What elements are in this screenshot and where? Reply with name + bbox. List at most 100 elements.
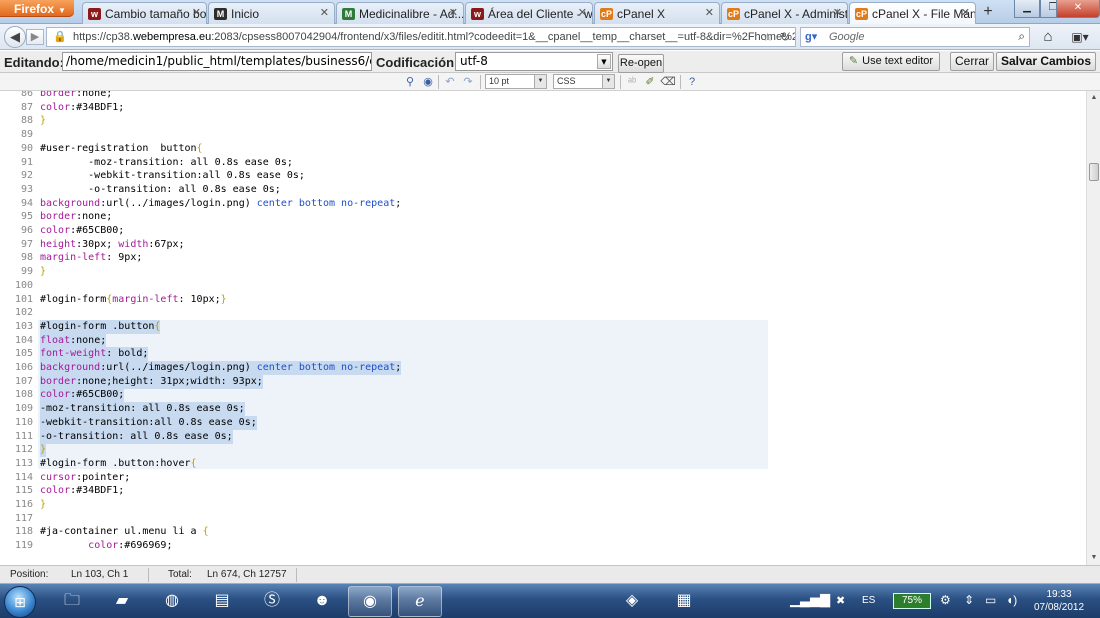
reopen-button[interactable]: Re-open: [618, 54, 664, 73]
tab-4[interactable]: w Área del Cliente - w... ✕: [465, 2, 593, 24]
editor-toolbar: ⚲ ◉ ↶ ↷ 10 pt ▼ CSS ▼ ᵃᵇ ✐ ⌫ ?: [0, 73, 1100, 91]
tab-3[interactable]: M Medicinalibre - Ad... ✕: [336, 2, 464, 24]
code-token: background: [40, 362, 101, 373]
spellcheck-icon[interactable]: ᵃᵇ: [624, 74, 640, 90]
signal-strength-icon[interactable]: ▁▃▅▇: [790, 592, 830, 608]
monitor-icon[interactable]: ▭: [985, 593, 996, 607]
tools-menu-button[interactable]: ▣▾: [1066, 28, 1094, 46]
close-icon[interactable]: ✕: [833, 6, 842, 19]
system-clock[interactable]: 19:33 07/08/2012: [1028, 588, 1090, 614]
taskbar-explorer[interactable]: 🗀: [50, 586, 94, 617]
toolbar-divider: [438, 75, 439, 89]
tab-1[interactable]: wCambio tamaño bot...✕: [82, 2, 207, 24]
bookmark-star-icon[interactable]: ☆: [762, 30, 773, 44]
window-icon: ▤: [214, 592, 230, 609]
code-token: -webkit-transition:all 0.8s ease 0s;: [40, 416, 257, 428]
start-button[interactable]: ⊞: [4, 586, 36, 618]
tray-arrow-icon[interactable]: ⇕: [964, 593, 974, 607]
taskbar-app-9[interactable]: ◈: [610, 586, 654, 617]
search-bar[interactable]: g▾ Google ⌕: [800, 27, 1030, 47]
line-text: #login-form{margin-left: 10px;}: [40, 293, 227, 307]
back-button[interactable]: ◀: [4, 26, 26, 48]
reset-icon[interactable]: ⌫: [660, 74, 676, 90]
font-size-value: 10 pt: [489, 76, 510, 86]
tab-6[interactable]: cP cPanel X - Administ... ✕: [721, 2, 848, 24]
code-token: {: [202, 526, 209, 538]
scroll-down-icon[interactable]: ▼: [1088, 552, 1100, 564]
network-drive-icon: ◈: [625, 592, 639, 609]
taskbar-app-10[interactable]: ▦: [662, 586, 706, 617]
syntax-select[interactable]: CSS ▼: [553, 74, 615, 89]
code-token: border: [40, 91, 77, 99]
warning-icon[interactable]: ✖: [836, 594, 845, 607]
use-text-editor-button[interactable]: ✎ Use text editor: [842, 52, 940, 71]
taskbar-internet-explorer[interactable]: ℯ: [398, 586, 442, 617]
forward-button[interactable]: ▶: [26, 29, 44, 45]
vertical-scrollbar[interactable]: ▲ ▼: [1086, 91, 1100, 565]
tab-2[interactable]: M Inicio ✕: [208, 2, 335, 24]
chevron-down-icon: ▼: [597, 54, 611, 69]
taskbar-skype[interactable]: Ⓢ: [250, 586, 294, 617]
code-token: {: [190, 457, 197, 469]
taskbar-app-2[interactable]: ▰: [100, 586, 144, 617]
goto-line-icon[interactable]: ◉: [420, 74, 436, 90]
code-line: 97 height:30px; width:67px;: [0, 238, 1086, 252]
settings-icon[interactable]: ⚙: [940, 593, 951, 607]
file-path-field[interactable]: /home/medicin1/public_html/templates/bus…: [62, 52, 372, 71]
volume-icon[interactable]: ◖): [1006, 593, 1017, 607]
code-editor[interactable]: 86 border:none; 87 color:#34BDF1; 88} 89 90 #us…: [0, 91, 1086, 565]
reload-icon[interactable]: ↻: [780, 30, 790, 44]
favicon-icon: cP: [727, 8, 740, 20]
taskbar-firefox[interactable]: ◉: [348, 586, 392, 617]
code-token: {: [154, 320, 161, 332]
firefox-menu-button[interactable]: Firefox ▼: [0, 0, 74, 17]
plus-icon: +: [983, 3, 993, 20]
close-icon[interactable]: ✕: [320, 6, 329, 19]
taskbar-app-6[interactable]: ☻: [300, 586, 344, 617]
scroll-up-icon[interactable]: ▲: [1088, 92, 1100, 104]
close-icon[interactable]: ✕: [192, 6, 201, 19]
close-icon[interactable]: ✕: [449, 6, 458, 19]
code-token: {: [196, 142, 203, 154]
code-token: :none;: [76, 211, 113, 223]
battery-indicator[interactable]: 75%: [893, 593, 931, 609]
window-close-button[interactable]: ✕: [1056, 0, 1100, 18]
search-icon[interactable]: ⌕: [1018, 29, 1025, 44]
close-icon[interactable]: ✕: [961, 6, 970, 19]
lock-icon: 🔒: [53, 31, 67, 43]
url-bar[interactable]: 🔒 https://cp38.webempresa.eu:2083/cpsess…: [46, 27, 796, 47]
help-icon[interactable]: ?: [684, 74, 700, 90]
code-token: color: [40, 101, 71, 113]
firefox-menu-label: Firefox: [14, 2, 55, 16]
tools-icon: ▣▾: [1071, 30, 1089, 44]
use-text-editor-label: Use text editor: [862, 55, 934, 67]
undo-icon[interactable]: ↶: [442, 74, 458, 90]
highlight-icon[interactable]: ✐: [642, 74, 658, 90]
browser-tab-strip: Firefox▼ wCambio tamaño bot...✕MInicio✕M…: [0, 0, 1100, 25]
new-tab-button[interactable]: +: [978, 3, 998, 22]
close-icon[interactable]: ✕: [578, 6, 587, 19]
taskbar-app-4[interactable]: ▤: [200, 586, 244, 617]
home-button[interactable]: ⌂: [1038, 28, 1058, 46]
close-icon[interactable]: ✕: [705, 6, 714, 19]
total-value: Ln 674, Ch 12757: [207, 569, 287, 580]
close-editor-button[interactable]: Cerrar: [950, 52, 994, 71]
encoding-select[interactable]: utf-8 ▼: [455, 52, 613, 71]
tab-7[interactable]: cPcPanel X - File Mana...✕: [849, 2, 976, 25]
scrollbar-thumb[interactable]: [1089, 163, 1099, 181]
language-indicator[interactable]: ES: [862, 595, 875, 606]
line-number: 89: [20, 129, 33, 141]
code-token: }: [40, 266, 47, 278]
redo-icon[interactable]: ↷: [460, 74, 476, 90]
minimize-button[interactable]: ▁: [1014, 0, 1040, 18]
code-token: color: [40, 485, 71, 497]
tab-5[interactable]: cP cPanel X ✕: [594, 2, 720, 24]
font-size-select[interactable]: 10 pt ▼: [485, 74, 547, 89]
line-number: 100: [14, 279, 33, 291]
line-text: #login-form .button{: [40, 319, 161, 334]
save-changes-button[interactable]: Salvar Cambios: [996, 52, 1096, 71]
taskbar-app-3[interactable]: ◍: [150, 586, 194, 617]
code-token: -o-transition: all 0.8s ease 0s;: [40, 430, 233, 442]
search-replace-icon[interactable]: ⚲: [402, 74, 418, 90]
line-text: #login-form .button:hover{: [40, 457, 197, 471]
